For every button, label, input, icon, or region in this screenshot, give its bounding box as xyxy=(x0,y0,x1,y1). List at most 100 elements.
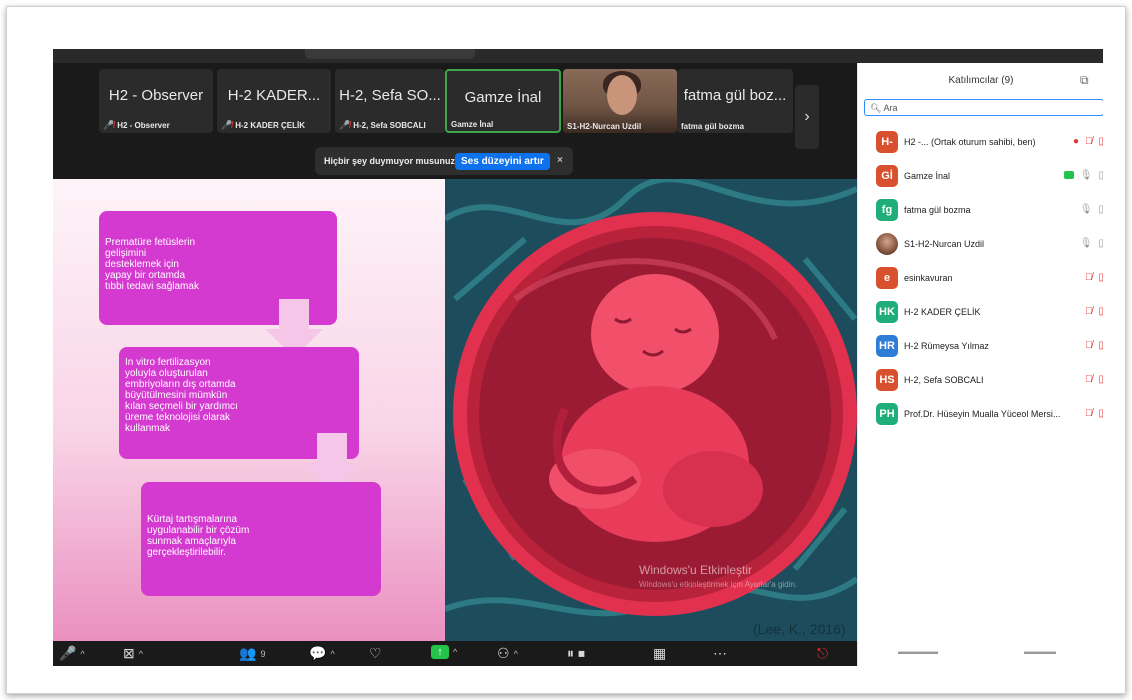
video-button[interactable]: ⊠ ^ xyxy=(123,645,143,662)
tile-name: H2 - Observer xyxy=(108,87,204,104)
mic-muted-icon: 🎤̸ xyxy=(103,120,115,130)
mic-muted-icon[interactable]: 🎙̸ xyxy=(1085,136,1093,147)
camera-icon[interactable]: ▯ xyxy=(1098,204,1103,215)
tile-name: Gamze İnal xyxy=(464,89,542,106)
caret-icon[interactable]: ^ xyxy=(453,647,457,657)
invite-link[interactable]: ▬▬▬▬▬ xyxy=(898,647,938,656)
video-tile-h2-observer[interactable]: H2 - Observer 🎤̸ H2 - Observer xyxy=(99,69,213,133)
caret-icon[interactable]: ^ xyxy=(80,649,84,659)
apps-button[interactable]: ⚇ ^ xyxy=(497,645,518,662)
shared-slide-left: Prematüre fetüslerin gelişimini destekle… xyxy=(53,179,445,641)
tile-label: 🎤̸ H2 - Observer xyxy=(103,120,170,131)
record-pause-button[interactable]: ⏸ ⏹ xyxy=(567,645,585,662)
participant-name: H-2 KADER ÇELİK xyxy=(904,307,981,317)
tile-name: H-2 KADER... xyxy=(227,87,321,104)
camera-icon[interactable]: ▯ xyxy=(1098,374,1103,385)
zoom-meeting-window: H2 - Observer 🎤̸ H2 - Observer H-2 KADER.… xyxy=(53,49,1103,666)
participant-row[interactable]: S1-H2-Nurcan Uzdil 🎙 ▯ xyxy=(876,233,1103,255)
close-icon[interactable]: × xyxy=(557,155,563,166)
increase-volume-button[interactable]: Ses düzeyini artır xyxy=(455,153,550,170)
participant-name: S1-H2-Nurcan Uzdil xyxy=(904,239,985,249)
tile-label-text: H-2 KADER ÇELİK xyxy=(235,121,305,130)
slide-citation: (Lee, K., 2016) xyxy=(753,621,846,637)
participant-row[interactable]: e esinkavuran 🎙̸ ▯ xyxy=(876,267,1103,289)
notice-question: Hiçbir şey duymuyor musunuz? xyxy=(324,156,461,166)
mic-muted-icon[interactable]: 🎙̸ xyxy=(1085,374,1093,385)
mic-muted-icon[interactable]: 🎙̸ xyxy=(1085,306,1093,317)
chat-icon: 💬 xyxy=(309,645,327,661)
participant-row[interactable]: Gİ Gamze İnal 🎙 ▯ xyxy=(876,165,1103,187)
tile-label: 🎤̸ H-2, Sefa SOBCALI xyxy=(339,120,426,131)
participant-name: H-2, Sefa SOBCALI xyxy=(904,375,984,385)
camera-icon[interactable]: ▯ xyxy=(1098,340,1103,351)
participant-row[interactable]: HR H-2 Rümeysa Yılmaz 🎙̸ ▯ xyxy=(876,335,1103,357)
participant-status: ● 🎙̸ ▯ xyxy=(1073,136,1103,147)
slide-box-1-text: Prematüre fetüslerin gelişimini destekle… xyxy=(105,237,199,292)
video-tile-nurcan[interactable]: S1-H2-Nurcan Uzdil xyxy=(563,69,677,133)
camera-icon[interactable]: ▯ xyxy=(1098,306,1103,317)
video-tile-sefa[interactable]: H-2, Sefa SO... 🎤̸ H-2, Sefa SOBCALI xyxy=(335,69,445,133)
leave-button[interactable]: ⎋ xyxy=(817,645,828,662)
more-link[interactable]: ▬▬▬▬ xyxy=(1024,647,1056,656)
avatar: PH xyxy=(876,403,898,425)
video-tile-kader[interactable]: H-2 KADER... 🎤̸ H-2 KADER ÇELİK xyxy=(217,69,331,133)
caret-icon[interactable]: ^ xyxy=(139,649,143,659)
search-placeholder: Ara xyxy=(883,103,898,113)
windows-activation-subtitle: Windows'u etkinleştirmek için Ayarlar'a … xyxy=(639,580,798,589)
whiteboard-button[interactable]: ▦ xyxy=(653,645,666,662)
caret-icon[interactable]: ^ xyxy=(514,649,518,659)
camera-icon[interactable]: ▯ xyxy=(1098,408,1103,419)
camera-icon[interactable]: ▯ xyxy=(1098,272,1103,283)
search-input[interactable]: 🔍︎ Ara xyxy=(864,99,1103,116)
mic-icon[interactable]: 🎙 xyxy=(1080,238,1093,249)
participant-status: 🎙̸ ▯ xyxy=(1085,340,1103,351)
avatar: HS xyxy=(876,369,898,391)
caret-icon[interactable]: ^ xyxy=(330,649,334,659)
participant-status: 🎙̸ ▯ xyxy=(1085,306,1103,317)
camera-off-icon: ⊠ xyxy=(123,645,135,661)
tile-label: S1-H2-Nurcan Uzdil xyxy=(567,122,642,131)
mic-muted-icon[interactable]: 🎙̸ xyxy=(1085,272,1093,283)
video-tile-gamze-active-speaker[interactable]: Gamze İnal Gamze İnal xyxy=(445,69,561,133)
participant-row[interactable]: fg fatma gül bozma 🎙 ▯ xyxy=(876,199,1103,221)
tile-label-text: H-2, Sefa SOBCALI xyxy=(353,121,426,130)
camera-icon[interactable]: ▯ xyxy=(1098,136,1103,147)
more-button[interactable]: ⋯ xyxy=(713,645,727,662)
avatar: HR xyxy=(876,335,898,357)
camera-icon[interactable]: ▯ xyxy=(1098,238,1103,249)
tile-label-text: H2 - Observer xyxy=(117,121,170,130)
participant-name: Gamze İnal xyxy=(904,171,951,181)
mic-muted-icon[interactable]: 🎙̸ xyxy=(1085,408,1093,419)
participant-row[interactable]: HS H-2, Sefa SOBCALI 🎙̸ ▯ xyxy=(876,369,1103,391)
share-screen-button[interactable]: ↑ ^ xyxy=(431,645,457,659)
mic-muted-icon[interactable]: 🎙̸ xyxy=(1085,340,1093,351)
tile-label: fatma gül bozma xyxy=(681,122,745,131)
avatar: Gİ xyxy=(876,165,898,187)
video-tile-fatma[interactable]: fatma gül boz... fatma gül bozma xyxy=(677,69,793,133)
screenshot-frame: H2 - Observer 🎤̸ H2 - Observer H-2 KADER.… xyxy=(6,6,1126,694)
camera-icon[interactable]: ▯ xyxy=(1098,170,1103,181)
mute-button[interactable]: 🎤 ^ xyxy=(59,645,85,662)
participants-panel: Katılımcılar (9) ⧉ 🔍︎ Ara H- H2 -... (Ort… xyxy=(857,63,1103,666)
more-icon: ⋯ xyxy=(713,645,727,661)
avatar: fg xyxy=(876,199,898,221)
participant-row[interactable]: H- H2 -... (Ortak oturum sahibi, ben) ● 🎙̸ ▯ xyxy=(876,131,1103,153)
popout-icon[interactable]: ⧉ xyxy=(1080,73,1089,88)
participant-name: H2 -... (Ortak oturum sahibi, ben) xyxy=(904,137,1036,147)
tile-label: 🎤̸ H-2 KADER ÇELİK xyxy=(221,120,305,131)
heart-icon: ♡ xyxy=(369,645,382,661)
participant-status: 🎙̸ ▯ xyxy=(1085,272,1103,283)
participants-button[interactable]: 👥 9 xyxy=(239,645,265,662)
chat-button[interactable]: 💬 ^ xyxy=(309,645,335,662)
mic-icon[interactable]: 🎙 xyxy=(1080,204,1093,215)
mic-icon[interactable]: 🎙 xyxy=(1080,170,1093,181)
search-icon: 🔍︎ xyxy=(870,103,882,113)
tile-label: Gamze İnal xyxy=(451,120,494,129)
participant-status: 🎙 ▯ xyxy=(1080,238,1103,249)
participant-row[interactable]: HK H-2 KADER ÇELİK 🎙̸ ▯ xyxy=(876,301,1103,323)
tile-name: fatma gül boz... xyxy=(683,87,787,104)
participants-count: 9 xyxy=(260,648,266,659)
chevron-right-icon[interactable]: › xyxy=(795,85,819,149)
reactions-button[interactable]: ♡ xyxy=(369,645,382,662)
participant-row[interactable]: PH Prof.Dr. Hüseyin Mualla Yüceol Mersi..… xyxy=(876,403,1103,425)
